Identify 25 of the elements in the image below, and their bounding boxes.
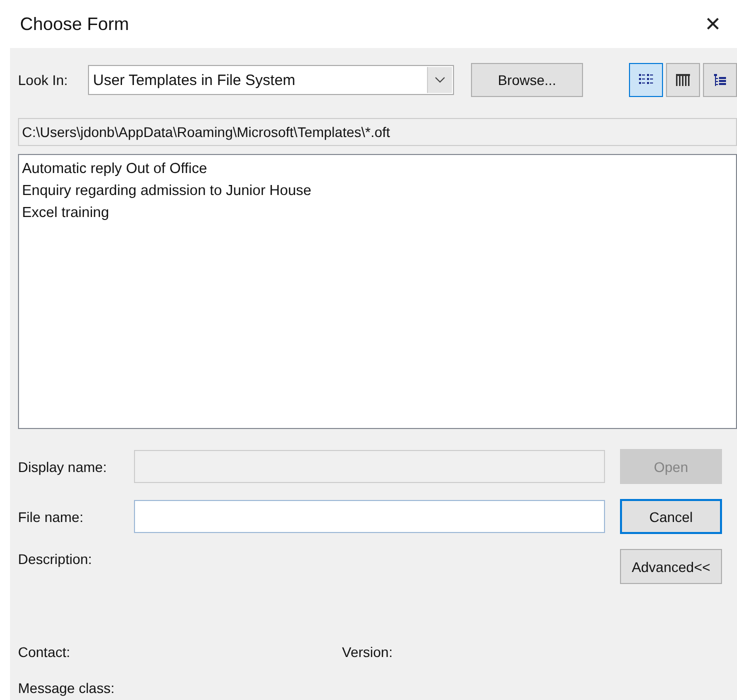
description-label: Description: <box>18 551 93 567</box>
view-button[interactable] <box>629 63 663 97</box>
file-name-field[interactable] <box>134 500 605 533</box>
view-button[interactable] <box>666 63 700 97</box>
details-view-icon <box>675 73 691 87</box>
view-button[interactable] <box>703 63 737 97</box>
window-title: Choose Form <box>20 14 130 34</box>
message-class-label: Message class: <box>18 680 114 696</box>
contact-label: Contact: <box>18 644 72 660</box>
browse-button[interactable]: Browse... <box>471 63 583 97</box>
close-button[interactable]: ✕ <box>695 6 731 42</box>
display-name-label: Display name: <box>18 458 108 474</box>
list-view-icon <box>638 73 654 87</box>
advanced-button[interactable]: Advanced<< <box>620 549 722 584</box>
form-list-item[interactable]: Automatic reply Out of Office <box>22 158 733 180</box>
form-list-item[interactable]: Excel training <box>22 202 733 224</box>
look-in-label: Look In: <box>18 72 69 88</box>
file-name-label: File name: <box>18 508 84 524</box>
cancel-button[interactable]: Cancel <box>620 499 722 534</box>
look-in-dropdown[interactable]: User Templates in File System <box>88 65 454 95</box>
path-field: C:\Users\jdonb\AppData\Roaming\Microsoft\Templates\*.oft <box>18 118 737 146</box>
tree-view-icon <box>712 73 728 87</box>
form-list-item[interactable]: Enquiry regarding admission to Junior House <box>22 180 733 202</box>
version-label: Version: <box>342 644 394 660</box>
chevron-down-icon <box>435 77 445 83</box>
